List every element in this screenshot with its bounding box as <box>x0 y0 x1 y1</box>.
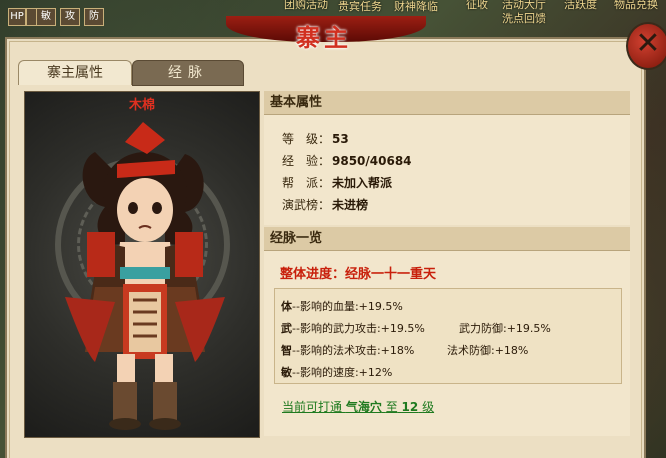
link-level: 12 <box>401 400 419 414</box>
item-exchange-link[interactable]: 物品兑换 <box>614 0 658 12</box>
intellect-attack-stat: 智--影响的法术攻击:+18% <box>281 342 414 358</box>
character-art <box>65 122 225 430</box>
meridians-box: 整体进度：经脉一十一重天 体--影响的血量:+19.5% 武--影响的武力攻击:… <box>264 251 630 436</box>
stat-text: --影响的法术攻击: <box>292 344 381 357</box>
guild-value: 未加入帮派 <box>332 176 393 190</box>
link-prefix: 当前可打通 <box>282 400 343 414</box>
strength-attack-stat: 武--影响的武力攻击:+19.5% <box>281 320 425 336</box>
levy-link[interactable]: 征收 <box>466 0 488 12</box>
hp-icon[interactable]: HP <box>8 8 26 26</box>
progress-value: 经脉一十一重天 <box>345 267 437 282</box>
link-mid: 至 <box>385 400 398 414</box>
stat-text: 法术防御: <box>447 344 495 357</box>
level-value: 53 <box>332 132 349 146</box>
stat-value: +19.5% <box>506 322 551 335</box>
stat-min-button[interactable]: 敏 <box>36 8 56 26</box>
stat-attr: 智 <box>281 344 292 357</box>
activity-link[interactable]: 活跃度 <box>564 0 597 12</box>
strength-defense-stat: 武力防御:+19.5% <box>459 320 551 336</box>
overall-progress: 整体进度：经脉一十一重天 <box>280 263 436 282</box>
guild-row: 帮 派： 未加入帮派 <box>282 174 392 191</box>
link-suffix: 级 <box>422 400 435 414</box>
guild-label: 帮 派： <box>282 176 331 190</box>
level-label: 等 级： <box>282 132 331 146</box>
tab-chief-attributes[interactable]: 寨主属性 <box>18 60 132 85</box>
stat-value: +12% <box>358 366 393 379</box>
stat-text: --影响的武力攻击: <box>292 322 381 335</box>
tab-meridians[interactable]: 经脉 <box>132 60 244 86</box>
character-name: 木棉 <box>128 98 155 113</box>
stat-value: +19.5% <box>380 322 425 335</box>
stat-text: --影响的血量: <box>292 300 359 313</box>
ranking-value: 未进榜 <box>332 198 369 212</box>
agility-stat: 敏--影响的速度:+12% <box>281 364 392 380</box>
attribute-panel: 基本属性 等 级： 53 经 验： 9850/40684 帮 派： 未加入帮派 演武榜… <box>264 91 630 436</box>
exp-label: 经 验： <box>282 154 331 168</box>
next-meridian-link[interactable]: 当前可打通 气海穴 至 12 级 <box>282 398 434 415</box>
basic-attributes-heading: 基本属性 <box>264 91 630 115</box>
ranking-row: 演武榜： 未进榜 <box>282 196 368 213</box>
close-button[interactable]: ✕ <box>626 22 666 70</box>
progress-label: 整体进度： <box>280 267 346 282</box>
stat-attr: 武 <box>281 322 292 335</box>
exp-row: 经 验： 9850/40684 <box>282 152 412 169</box>
basic-attributes-box: 等 级： 53 经 验： 9850/40684 帮 派： 未加入帮派 演武榜： 未进榜 <box>264 115 630 225</box>
character-portrait: 木棉 <box>24 91 260 438</box>
stat-text: 武力防御: <box>459 322 507 335</box>
exp-value: 9850/40684 <box>332 154 412 168</box>
fortune-god-link[interactable]: 财神降临 <box>394 0 438 14</box>
link-acupoint: 气海穴 <box>345 400 382 414</box>
ranking-label: 演武榜： <box>282 198 331 212</box>
respec-reward-link[interactable]: 洗点回馈 <box>502 10 546 26</box>
meridian-stats-box: 体--影响的血量:+19.5% 武--影响的武力攻击:+19.5% 武力防御:+… <box>274 288 622 384</box>
stat-attr: 体 <box>281 300 292 313</box>
constitution-stat: 体--影响的血量:+19.5% <box>281 298 403 314</box>
meridians-heading: 经脉一览 <box>264 227 630 251</box>
stat-attack-button[interactable]: 攻 <box>60 8 80 26</box>
stat-text: --影响的速度: <box>292 366 359 379</box>
dialog-title: 寨主 <box>296 23 352 52</box>
stat-value: +18% <box>380 344 415 357</box>
vip-quest-link[interactable]: 贵宾任务 <box>338 0 382 14</box>
stat-attr: 敏 <box>281 366 292 379</box>
stat-value: +19.5% <box>358 300 403 313</box>
intellect-defense-stat: 法术防御:+18% <box>447 342 528 358</box>
group-buy-link[interactable]: 团购活动 <box>284 0 328 12</box>
stat-value: +18% <box>494 344 529 357</box>
level-row: 等 级： 53 <box>282 130 349 147</box>
stat-defense-button[interactable]: 防 <box>84 8 104 26</box>
